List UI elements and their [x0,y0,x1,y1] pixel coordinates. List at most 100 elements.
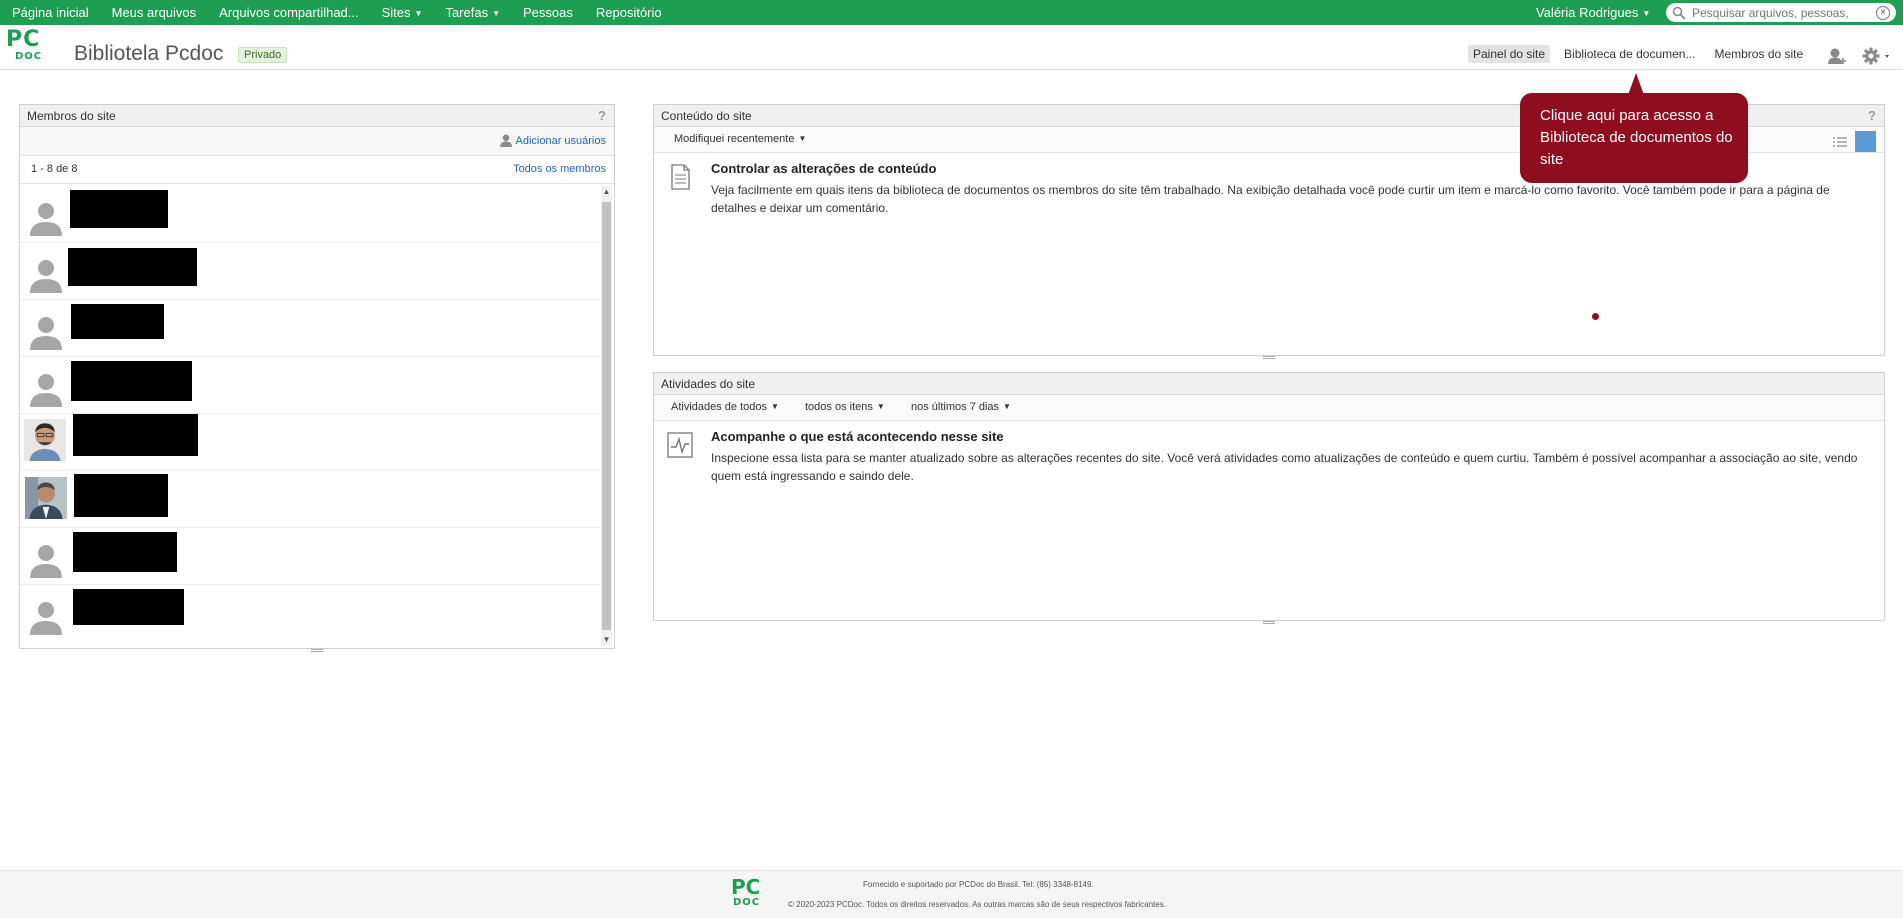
filter-label: Modifiquei recentemente [674,133,795,145]
members-count-row: 1 - 8 de 8 Todos os membros [20,156,614,184]
members-toolbar: Adicionar usuários [20,127,614,156]
members-list [20,186,600,648]
list-item[interactable] [20,528,600,585]
search-box: × [1666,3,1896,22]
avatar-icon [30,317,62,350]
site-nav-document-library[interactable]: Biblioteca de documen... [1559,45,1700,63]
list-view-icon[interactable] [1833,136,1847,148]
site-nav-dashboard[interactable]: Painel do site [1468,45,1551,63]
list-item[interactable] [20,414,600,471]
recently-modified-filter[interactable]: Modifiquei recentemente ▼ [674,133,806,145]
members-scrollbar[interactable]: ▲ ▼ [601,186,612,646]
avatar-photo [25,477,67,519]
chevron-down-icon: ▼ [1003,402,1011,411]
nav-tasks-label: Tarefas [445,5,489,20]
list-item[interactable] [20,357,600,414]
redacted-name [71,304,164,339]
nav-shared-files-label: Arquivos compartilhad... [219,5,359,20]
chevron-down-icon: ▼ [1642,9,1651,18]
list-item[interactable] [20,585,600,642]
activity-icon [667,432,693,458]
activity-period-filter[interactable]: nos últimos 7 dias ▼ [911,401,1011,413]
top-navigation-bar: Página inicial Meus arquivos Arquivos co… [0,0,1903,25]
activities-info: Acompanhe o que está acontecendo nesse s… [654,421,1884,617]
help-icon[interactable]: ? [1868,108,1876,123]
dashlet-title: Atividades do site [654,373,1884,395]
search-icon [1672,6,1686,20]
list-item[interactable] [20,186,600,243]
nav-repository-label: Repositório [595,5,662,20]
add-users-link[interactable]: Adicionar usuários [499,134,607,147]
info-text: Veja facilmente em quais itens da biblio… [711,183,1830,215]
filter-label: Atividades de todos [671,401,768,413]
filter-label: todos os itens [805,401,873,413]
view-toggle [1833,131,1876,152]
pcdoc-logo[interactable]: PC DOC [6,27,58,62]
site-nav-members[interactable]: Membros do site [1709,45,1808,63]
resize-handle[interactable] [311,649,323,652]
list-item[interactable] [20,243,600,300]
help-icon[interactable]: ? [598,108,606,123]
invite-user-icon[interactable] [1827,47,1847,65]
chevron-down-icon: ▼ [876,402,885,411]
chevron-down-icon: ▼ [414,9,423,18]
footer: PC DOC Fornecido e suportado por PCDoc d… [0,870,1903,918]
avatar-icon [30,203,62,236]
scroll-up-arrow-icon[interactable]: ▲ [602,186,611,198]
scroll-down-arrow-icon[interactable]: ▼ [602,634,611,646]
add-users-label: Adicionar usuários [515,134,607,147]
gear-icon[interactable] [1862,47,1892,65]
info-text: Inspecione essa lista para se manter atu… [711,451,1858,483]
nav-people[interactable]: Pessoas [515,5,581,20]
activities-filter-row: Atividades de todos ▼ todos os itens ▼ nos… [654,395,1884,421]
redacted-name [70,190,168,228]
redacted-name [73,414,198,456]
chevron-down-icon: ▼ [798,134,807,143]
scrollbar-thumb[interactable] [602,202,611,630]
footer-copyright: © 2020-2023 PCDoc. Todos os direitos res… [788,900,1166,909]
resize-handle[interactable] [1263,621,1275,624]
callout-text: Clique aqui para acesso a Biblioteca de … [1540,107,1733,168]
avatar-icon [30,602,62,635]
filter-label: nos últimos 7 dias [911,401,1000,413]
annotation-dot [1592,313,1599,320]
nav-home[interactable]: Página inicial [4,5,97,20]
dashlet-title-text: Atividades do site [661,377,756,391]
nav-sites[interactable]: Sites ▼ [374,5,431,20]
list-item[interactable] [20,300,600,357]
nav-tasks[interactable]: Tarefas ▼ [437,5,508,20]
user-menu[interactable]: Valéria Rodrigues ▼ [1536,0,1650,25]
site-members-dashlet: Membros do site ? Adicionar usuários 1 -… [19,104,615,652]
redacted-name [68,248,197,286]
privacy-badge: Privado [238,47,288,63]
info-title: Controlar as alterações de conteúdo [711,161,937,176]
avatar-photo [24,419,66,461]
nav-my-files-label: Meus arquivos [111,5,197,20]
search-input[interactable] [1692,5,1852,20]
nav-repository[interactable]: Repositório [588,5,670,20]
nav-people-label: Pessoas [523,5,573,20]
nav-sites-label: Sites [381,5,411,20]
top-nav-menu: Página inicial Meus arquivos Arquivos co… [4,0,677,25]
list-item[interactable] [20,471,600,528]
clear-search-icon[interactable]: × [1876,5,1890,20]
content-info: Controlar as alterações de conteúdo Veja… [654,153,1884,353]
avatar-icon [30,545,62,578]
redacted-name [73,532,177,572]
nav-shared-files[interactable]: Arquivos compartilhad... [211,5,366,20]
site-navigation: Painel do site Biblioteca de documen... … [1468,45,1817,63]
activity-user-filter[interactable]: Atividades de todos ▼ [671,401,779,413]
activity-item-filter[interactable]: todos os itens ▼ [805,401,885,413]
resize-handle[interactable] [1263,356,1275,359]
footer-logo-top: PC [731,875,761,899]
document-icon [671,164,690,190]
user-name: Valéria Rodrigues [1536,5,1639,20]
logo-text-top: PC [6,27,41,52]
all-members-link[interactable]: Todos os membros [513,163,606,175]
detailed-view-button[interactable] [1855,131,1876,152]
dashlet-title-text: Membros do site [27,109,116,123]
avatar-icon [30,260,62,293]
nav-my-files[interactable]: Meus arquivos [104,5,205,20]
chevron-down-icon: ▼ [492,9,500,18]
footer-logo-bottom: DOC [733,897,761,908]
